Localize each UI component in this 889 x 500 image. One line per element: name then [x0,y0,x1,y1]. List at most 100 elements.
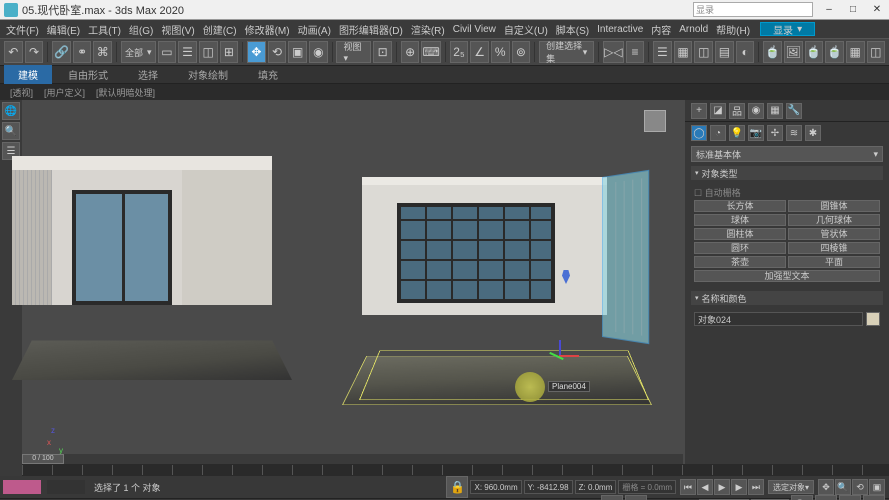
menu-customize[interactable]: 自定义(U) [502,22,550,37]
selected-set-drop[interactable]: 选定对象 ▾ [768,480,814,494]
goto-end-icon[interactable]: ⏭ [748,479,764,495]
snap-2d-button[interactable]: 2₅ [450,41,469,63]
ribbon-tab-paint[interactable]: 对象绘制 [174,65,242,84]
rotate-button[interactable]: ⟲ [268,41,287,63]
sub-shapes-icon[interactable]: ◔ [710,125,726,141]
vp-label-perspective[interactable]: [透视] [6,86,37,99]
mirror-button[interactable]: ▷◁ [603,41,623,63]
menu-graph[interactable]: 图形编辑器(D) [337,22,405,37]
prim-pyramid[interactable]: 四棱锥 [788,242,880,254]
vp-label-shading[interactable]: [默认明暗处理] [92,86,159,99]
nav-field-icon[interactable]: ▭ [815,495,837,500]
ribbon-tab-modeling[interactable]: 建模 [4,65,52,84]
selection-lock-icon[interactable]: ⊞ [625,495,647,500]
material-editor-button[interactable]: ◐ [736,41,755,63]
menu-modifiers[interactable]: 修改器(M) [243,22,292,37]
move-button[interactable]: ✥ [247,41,266,63]
nav-all-icon[interactable]: ⊞ [839,495,861,500]
prim-teapot[interactable]: 茶壶 [694,256,786,268]
render-iterate-button[interactable]: ▦ [846,41,865,63]
ribbon-tab-freeform[interactable]: 自由形式 [54,65,122,84]
schematic-button[interactable]: ▤ [715,41,734,63]
category-dropdown[interactable]: 标准基本体▾ [691,146,883,162]
named-set-button[interactable]: 创建选择集 ▾ [539,41,594,63]
pivot-button[interactable]: ⊡ [373,41,392,63]
vp-search-icon[interactable]: 🔍 [2,122,20,140]
menu-group[interactable]: 组(G) [127,22,155,37]
render-frame-button[interactable]: 🖼 [784,41,803,63]
object-name-input[interactable]: 对象024 [694,312,863,326]
play-icon[interactable]: ▶ [714,479,730,495]
selection-filter[interactable]: 全部▾ [121,41,156,63]
layer-explorer-button[interactable]: ☰ [653,41,672,63]
toggle-ribbon-button[interactable]: ▦ [674,41,693,63]
bind-button[interactable]: ⌘ [93,41,112,63]
menu-arnold[interactable]: Arnold [677,24,710,35]
nav-pan-icon[interactable]: ✥ [818,479,834,495]
render-last-button[interactable]: 🍵 [825,41,844,63]
tab-hierarchy-icon[interactable]: 品 [729,103,745,119]
menu-content[interactable]: 内容 [649,22,673,37]
nav-zoom2-icon[interactable]: 🔍 [791,495,813,500]
menu-render[interactable]: 渲染(R) [409,22,447,37]
maximize-button[interactable]: □ [841,1,865,19]
workspace-selector[interactable]: 显录▾ [760,22,815,36]
scene-3d[interactable]: Plane004 z x y [22,100,685,464]
tab-create-icon[interactable]: + [691,103,707,119]
render-button[interactable]: 🍵 [805,41,824,63]
menu-view[interactable]: 视图(V) [159,22,196,37]
vp-world-icon[interactable]: 🌐 [2,102,20,120]
sub-systems-icon[interactable]: ✱ [805,125,821,141]
prev-frame-icon[interactable]: ◀ [697,479,713,495]
prim-sphere[interactable]: 球体 [694,214,786,226]
ref-coord-button[interactable]: 视图 ▾ [336,41,371,63]
tab-utilities-icon[interactable]: 🔧 [786,103,802,119]
unlink-button[interactable]: ⚭ [73,41,92,63]
prim-box[interactable]: 长方体 [694,200,786,212]
sub-lights-icon[interactable]: 💡 [729,125,745,141]
viewport[interactable]: 🌐 🔍 ☰ [0,100,685,464]
sub-cameras-icon[interactable]: 📷 [748,125,764,141]
select-region-button[interactable]: ◫ [199,41,218,63]
prim-cylinder[interactable]: 圆柱体 [694,228,786,240]
sub-geometry-icon[interactable]: ◯ [691,125,707,141]
menu-tools[interactable]: 工具(T) [86,22,123,37]
ribbon-tab-populate[interactable]: 填充 [244,65,292,84]
snap-percent-button[interactable]: % [491,41,510,63]
object-color-swatch[interactable] [866,312,880,326]
prim-plane[interactable]: 平面 [788,256,880,268]
autogrid-checkbox[interactable]: ☐ 自动栅格 [694,185,880,200]
next-frame-icon[interactable]: ▶ [731,479,747,495]
menu-file[interactable]: 文件(F) [4,22,41,37]
placement-button[interactable]: ◉ [309,41,328,63]
vp-label-user[interactable]: [用户定义] [40,86,89,99]
snap-spinner-button[interactable]: ⊚ [512,41,531,63]
select-name-button[interactable]: ☰ [178,41,197,63]
align-button[interactable]: ≡ [626,41,645,63]
coord-y[interactable]: -8412.98 [537,483,569,492]
render-online-button[interactable]: ◫ [867,41,886,63]
scale-button[interactable]: ▣ [288,41,307,63]
window-crossing-button[interactable]: ⊞ [220,41,239,63]
menu-create[interactable]: 创建(C) [201,22,239,37]
rollout-object-type[interactable]: 对象类型 [691,166,883,180]
menu-interactive[interactable]: Interactive [595,24,645,35]
prim-tube[interactable]: 管状体 [788,228,880,240]
menu-animation[interactable]: 动画(A) [296,22,333,37]
tab-motion-icon[interactable]: ◉ [748,103,764,119]
nav-max-icon[interactable]: ▣ [869,479,885,495]
nav-orbit-icon[interactable]: ⟲ [852,479,868,495]
render-setup-button[interactable]: 🍵 [763,41,782,63]
tab-display-icon[interactable]: ▦ [767,103,783,119]
curve-editor-button[interactable]: ◫ [694,41,713,63]
prim-torus[interactable]: 圆环 [694,242,786,254]
isolate-icon[interactable]: ◻ [601,495,623,500]
prim-cone[interactable]: 圆锥体 [788,200,880,212]
redo-button[interactable]: ↷ [25,41,44,63]
rollout-name-color[interactable]: 名称和颜色 [691,291,883,305]
lock-icon[interactable]: 🔒 [446,476,468,498]
coord-x[interactable]: 960.0mm [484,483,517,492]
viewcube[interactable] [637,106,673,142]
link-button[interactable]: 🔗 [52,41,71,63]
undo-button[interactable]: ↶ [4,41,23,63]
